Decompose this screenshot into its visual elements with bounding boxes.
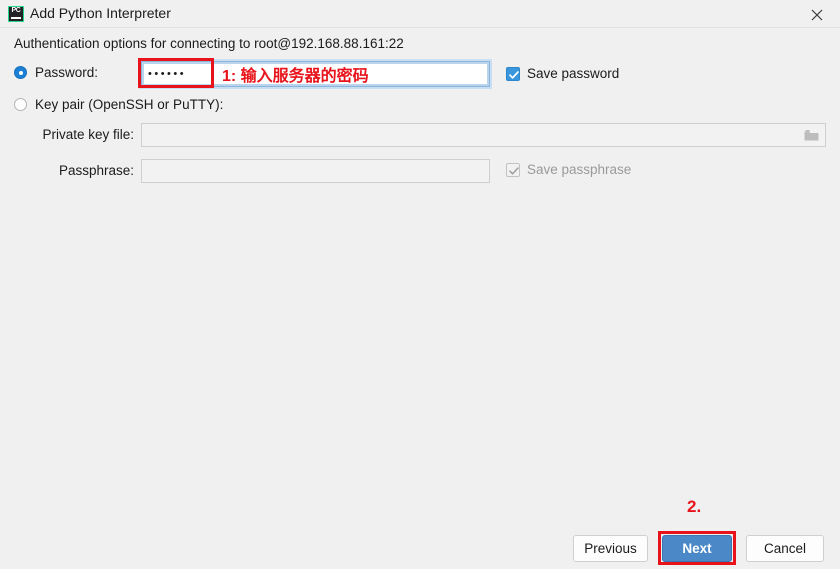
previous-button[interactable]: Previous <box>573 535 648 562</box>
close-icon <box>811 9 823 21</box>
folder-glyph <box>804 129 818 140</box>
private-key-file-label: Private key file: <box>42 127 134 142</box>
save-passphrase-label: Save passphrase <box>527 162 632 177</box>
checkbox-checked-icon <box>506 66 520 81</box>
annotation-step2-text: 2. <box>687 497 702 516</box>
radio-keypair-icon <box>14 98 27 111</box>
cancel-button[interactable]: Cancel <box>746 535 824 562</box>
private-key-file-input <box>141 123 826 147</box>
save-password-checkbox[interactable]: Save password <box>506 66 619 81</box>
annotation-step1-text: 1: 输入服务器的密码 <box>222 68 369 85</box>
title-bar: PC Add Python Interpreter <box>0 0 840 28</box>
save-password-label: Save password <box>527 66 620 81</box>
radio-option-password[interactable]: Password: <box>14 65 98 80</box>
folder-icon <box>798 124 824 146</box>
checkmark-icon <box>509 166 519 175</box>
checkbox-checked-disabled-icon <box>506 162 520 177</box>
passphrase-input <box>141 159 490 183</box>
window-title: Add Python Interpreter <box>30 5 171 21</box>
checkmark-icon <box>509 70 519 79</box>
next-button[interactable]: Next <box>662 535 732 562</box>
radio-keypair-label: Key pair (OpenSSH or PuTTY): <box>35 97 224 112</box>
auth-options-header: Authentication options for connecting to… <box>14 36 404 51</box>
radio-password-icon <box>14 66 27 79</box>
save-passphrase-checkbox: Save passphrase <box>506 162 631 177</box>
close-button[interactable] <box>794 0 840 28</box>
app-icon-underbar <box>11 17 21 19</box>
app-icon-label: PC <box>11 7 21 14</box>
password-masked-value: •••••• <box>148 67 187 80</box>
radio-password-label: Password: <box>35 65 99 80</box>
radio-option-keypair[interactable]: Key pair (OpenSSH or PuTTY): <box>14 97 223 112</box>
pycharm-icon: PC <box>8 6 24 22</box>
passphrase-label: Passphrase: <box>58 163 134 178</box>
